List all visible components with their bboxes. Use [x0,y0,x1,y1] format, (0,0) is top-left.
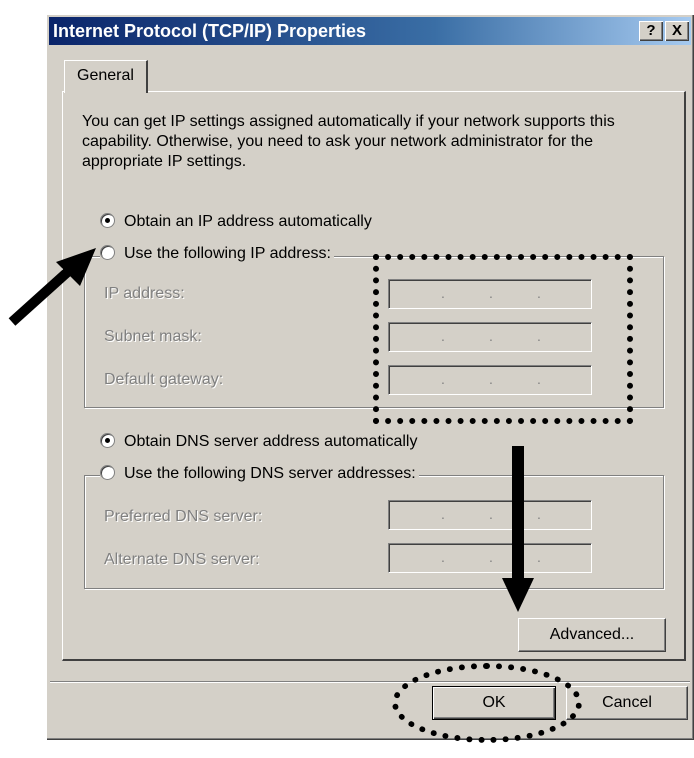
arrow-to-advanced-button-icon [502,446,534,612]
arrow-to-use-ip-radio-icon [8,248,96,326]
tab-general[interactable]: General [64,60,148,93]
annotation-arrows [8,248,534,612]
